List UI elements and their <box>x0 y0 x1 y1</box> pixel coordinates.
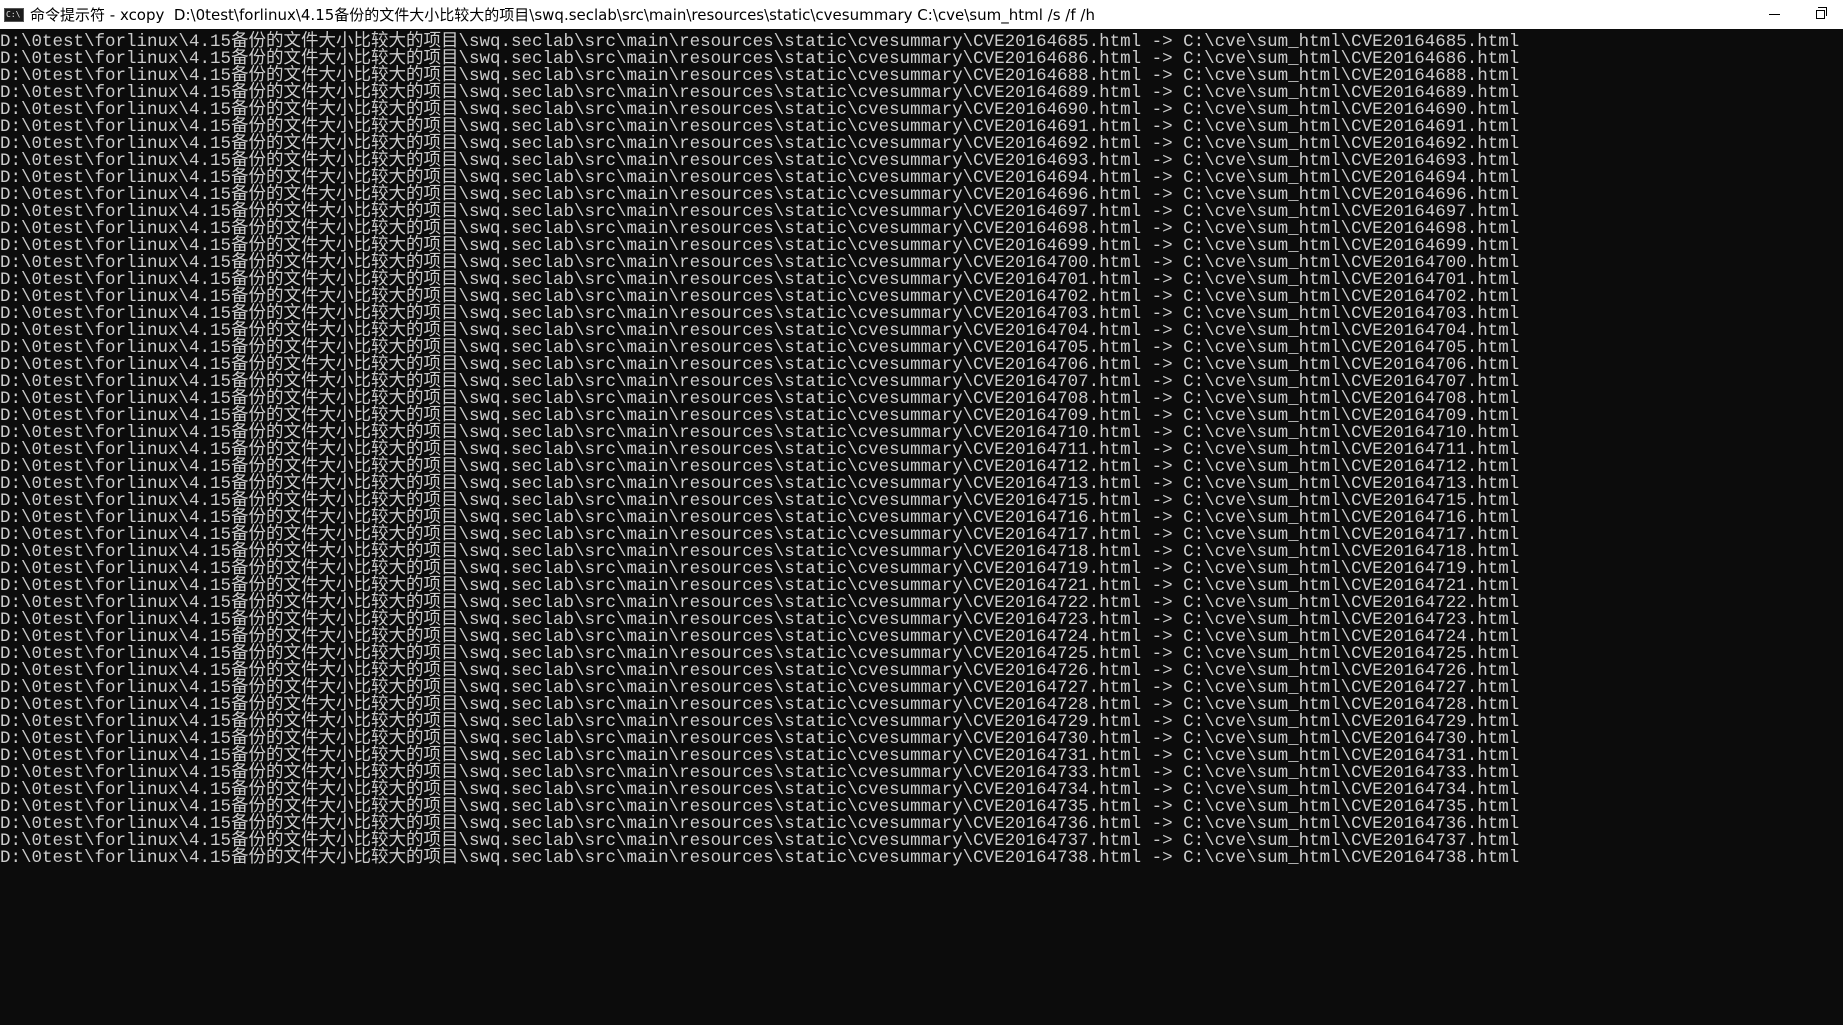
console-output[interactable]: D:\0test\forlinux\4.15备份的文件大小比较大的项目\swq.… <box>0 29 1843 1025</box>
restore-button[interactable] <box>1797 0 1843 29</box>
minimize-icon <box>1768 14 1780 15</box>
title-bar[interactable]: C:\ 命令提示符 - xcopy D:\0test\forlinux\4.15… <box>0 0 1843 29</box>
window-title: 命令提示符 - xcopy D:\0test\forlinux\4.15备份的文… <box>30 6 1095 24</box>
cmd-icon: C:\ <box>4 7 24 22</box>
command-prompt-window: C:\ 命令提示符 - xcopy D:\0test\forlinux\4.15… <box>0 0 1843 1025</box>
console-line: D:\0test\forlinux\4.15备份的文件大小比较大的项目\swq.… <box>0 848 1520 868</box>
minimize-button[interactable] <box>1751 0 1797 29</box>
window-controls <box>1751 0 1843 29</box>
restore-icon <box>1815 7 1827 19</box>
